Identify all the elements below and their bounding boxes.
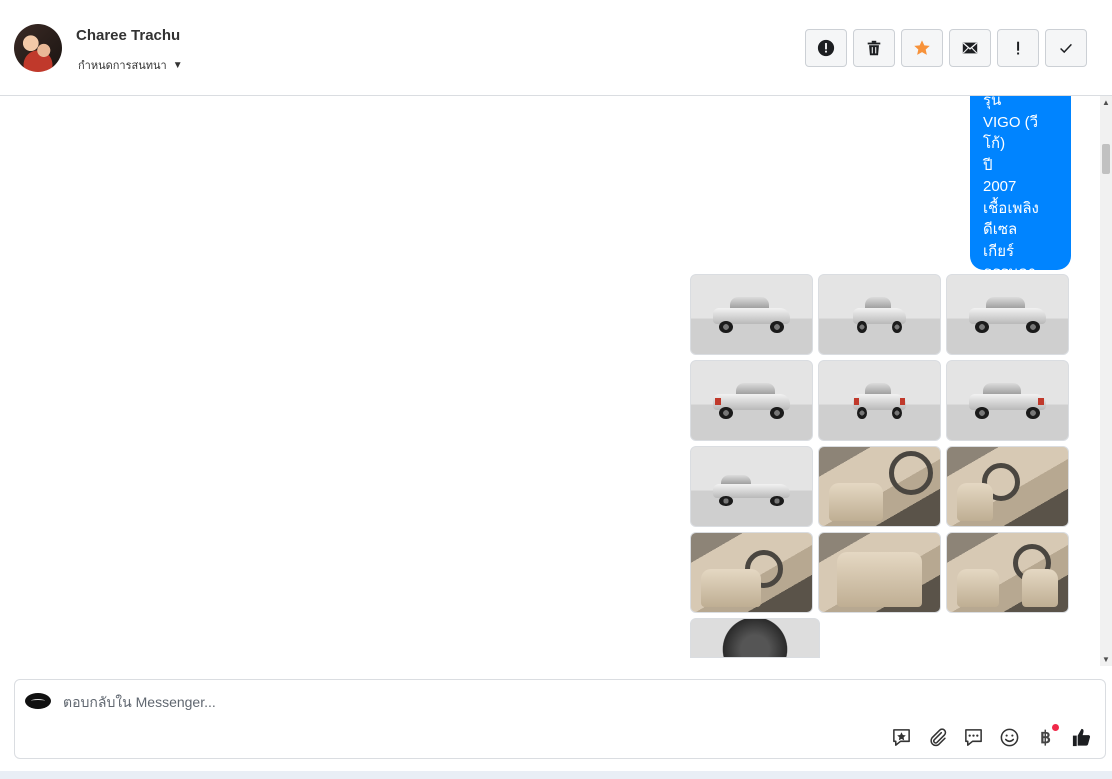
baht-icon[interactable]: ฿ — [1034, 724, 1059, 749]
message-line: รุ่น — [983, 96, 1002, 109]
star-icon — [914, 40, 930, 55]
notification-dot — [1052, 724, 1059, 731]
done-button[interactable] — [1045, 29, 1087, 67]
car-photo-front-right[interactable] — [946, 274, 1069, 355]
message-line: เชื้อเพลิง — [983, 199, 1039, 217]
message-line: เกียร์ — [983, 242, 1015, 260]
message-line: ปี — [983, 156, 993, 174]
smiley-icon[interactable] — [998, 726, 1021, 749]
caret-down-icon: ▼ — [172, 59, 183, 71]
delete-button[interactable] — [853, 29, 895, 67]
contact-name[interactable]: Charee Trachu — [76, 27, 180, 44]
thumbs-up-icon[interactable] — [1070, 726, 1093, 749]
check-icon — [1060, 43, 1072, 54]
car-photo-rear-left[interactable] — [690, 360, 813, 441]
bottom-strip — [0, 771, 1112, 779]
paperclip-icon[interactable] — [926, 726, 949, 749]
assign-conversation-dropdown[interactable]: กำหนดการสนทนา ▼ — [78, 56, 183, 74]
conversation-actions — [805, 29, 1087, 67]
page-avatar — [25, 693, 51, 709]
scroll-up-arrow-icon[interactable]: ▲ — [1102, 98, 1110, 107]
important-button[interactable] — [997, 29, 1039, 67]
car-photo-interior-console[interactable] — [818, 446, 941, 527]
alert-circle-icon — [817, 39, 835, 57]
message-line: 2007 — [983, 178, 1017, 195]
star-button[interactable] — [901, 29, 943, 67]
chat-bubble-icon[interactable] — [962, 726, 985, 749]
car-photo-interior-cabin[interactable] — [946, 532, 1069, 613]
photo-grid — [690, 274, 1070, 658]
trash-icon — [867, 40, 881, 56]
conversation-header: Charee Trachu กำหนดการสนทนา ▼ — [0, 0, 1112, 96]
car-photo-interior-rear-seat[interactable] — [818, 532, 941, 613]
car-photo-front[interactable] — [818, 274, 941, 355]
thread-scrollbar[interactable]: ▲ ▼ — [1100, 96, 1112, 666]
spam-button[interactable] — [805, 29, 847, 67]
car-photo-rear[interactable] — [818, 360, 941, 441]
envelope-icon — [962, 42, 978, 54]
composer-tools: ฿ — [890, 724, 1093, 749]
car-photo-interior-front-seat[interactable] — [690, 532, 813, 613]
message-bubble[interactable]: รุ่น VIGO (วีโก้) ปี 2007 เชื้อเพลิง ดีเ… — [970, 96, 1071, 281]
mark-unread-button[interactable] — [949, 29, 991, 67]
exclamation-icon — [1017, 41, 1020, 55]
saved-reply-icon[interactable] — [890, 726, 913, 749]
assign-conversation-label: กำหนดการสนทนา — [78, 60, 167, 72]
scroll-thumb[interactable] — [1102, 144, 1110, 174]
message-composer: ฿ — [14, 679, 1106, 759]
baht-symbol: ฿ — [1040, 727, 1051, 747]
message-line: ดีเซล — [983, 221, 1018, 238]
car-photo-front-left[interactable] — [690, 274, 813, 355]
car-photo-engine-bay[interactable] — [690, 618, 820, 658]
message-thread[interactable]: รุ่น VIGO (วีโก้) ปี 2007 เชื้อเพลิง ดีเ… — [0, 96, 1100, 666]
car-photo-interior-dashboard[interactable] — [946, 446, 1069, 527]
contact-avatar[interactable] — [14, 24, 62, 72]
car-photo-rear-right[interactable] — [946, 360, 1069, 441]
message-line: VIGO (วีโก้) — [983, 113, 1039, 153]
scroll-down-arrow-icon[interactable]: ▼ — [1102, 655, 1110, 664]
car-photo-side[interactable] — [690, 446, 813, 527]
reply-input[interactable] — [63, 692, 863, 712]
